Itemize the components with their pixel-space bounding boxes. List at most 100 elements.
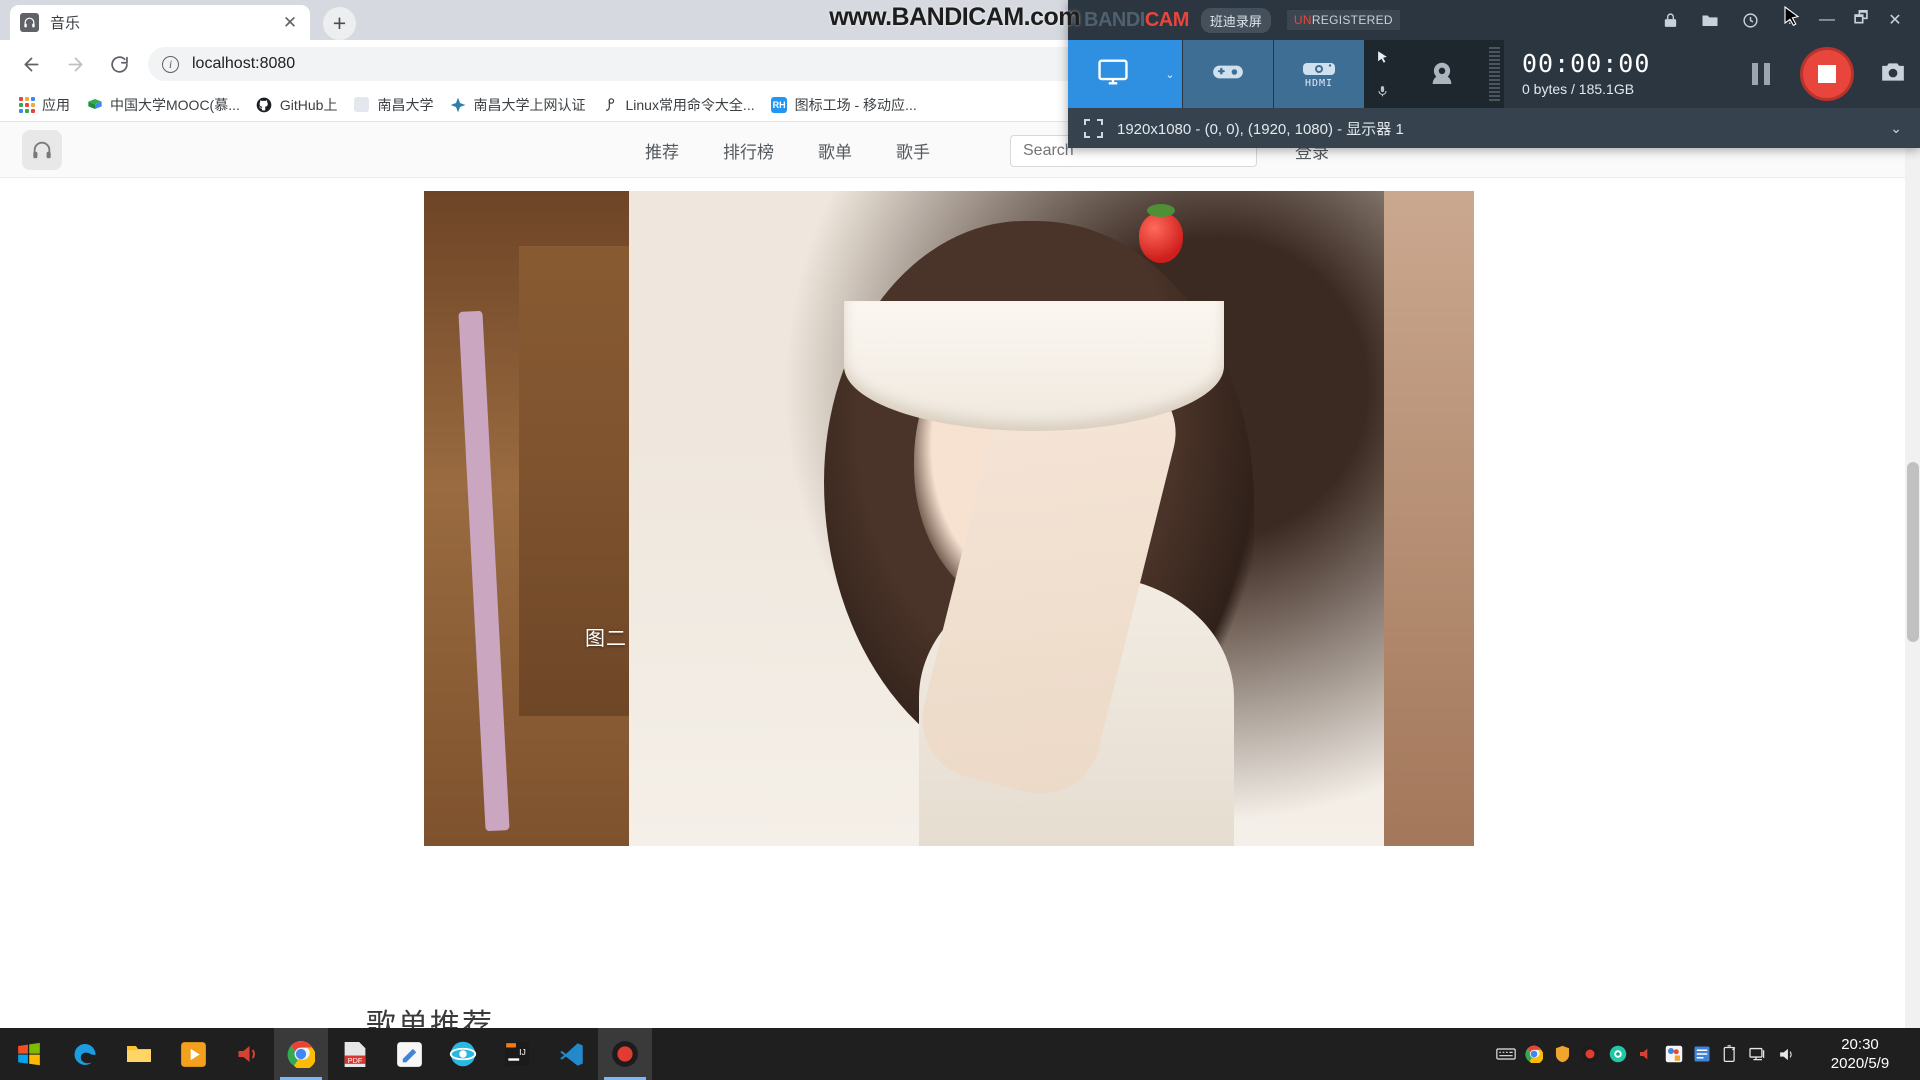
clock-date: 2020/5/9: [1830, 1055, 1890, 1072]
windows-taskbar: PDF IJ 20:30 2020/5/9: [0, 1028, 1920, 1080]
game-record-mode-button[interactable]: [1183, 40, 1273, 108]
taskbar-item-browser[interactable]: [436, 1028, 490, 1080]
volume-tray-icon[interactable]: [1772, 1028, 1800, 1080]
battery-tray-icon[interactable]: [1716, 1028, 1744, 1080]
bookmark-ncu-auth[interactable]: 南昌大学上网认证: [441, 92, 593, 118]
nav-item-playlist[interactable]: 歌单: [818, 138, 852, 163]
screen-record-mode-button[interactable]: [1068, 40, 1158, 108]
audio-level-meter: [1484, 40, 1504, 108]
record-button[interactable]: [1788, 40, 1866, 108]
bookmark-apps[interactable]: 应用: [10, 92, 78, 118]
security-tray-icon[interactable]: [1660, 1028, 1688, 1080]
clock-time: 20:30: [1841, 1035, 1879, 1053]
reload-icon[interactable]: [102, 47, 136, 81]
bandicam-titlebar-icons: ? — 🗗 ✕: [1650, 0, 1912, 40]
bandicam-logo-part1: BANDI: [1084, 8, 1145, 31]
taskbar-item-media-player[interactable]: [166, 1028, 220, 1080]
windows-start-icon[interactable]: [0, 1028, 58, 1080]
site-info-icon[interactable]: i: [162, 55, 179, 73]
bandicam-target-bar[interactable]: 1920x1080 - (0, 0), (1920, 1080) - 显示器 1…: [1068, 108, 1920, 148]
bookmark-icon-factory[interactable]: RH 图标工场 - 移动应...: [763, 92, 925, 118]
url-text: localhost:8080: [192, 55, 296, 72]
chevron-down-icon[interactable]: ⌄: [1890, 120, 1902, 137]
nav-item-ranking[interactable]: 排行榜: [723, 138, 774, 163]
volume-red-icon[interactable]: [1632, 1028, 1660, 1080]
new-tab-button[interactable]: +: [323, 7, 356, 40]
banner-lace-curtain: [844, 301, 1224, 431]
screenshot-button[interactable]: [1866, 40, 1920, 108]
bookmark-label: 南昌大学上网认证: [473, 96, 586, 113]
keyboard-icon[interactable]: [1492, 1028, 1520, 1080]
bandicam-logo: BANDICAM: [1084, 9, 1189, 32]
github-icon: [256, 96, 273, 113]
site-logo[interactable]: [22, 130, 62, 170]
bookmark-label: 应用: [42, 96, 70, 113]
bookmark-label: GitHub上: [279, 96, 338, 113]
taskbar-item-speaker[interactable]: [220, 1028, 274, 1080]
bookmark-linux-cmd[interactable]: Linux常用命令大全...: [593, 92, 762, 118]
bandicam-watermark: www.BANDICAM.com: [829, 2, 1080, 31]
page-scrollbar[interactable]: ▲ ▼: [1905, 122, 1920, 1048]
close-icon[interactable]: ✕: [280, 13, 300, 33]
bookmark-label: Linux常用命令大全...: [625, 96, 755, 113]
note-tray-icon[interactable]: [1688, 1028, 1716, 1080]
taskbar-item-vscode[interactable]: [544, 1028, 598, 1080]
mooc-icon: [86, 96, 103, 113]
rh-icon: RH: [771, 96, 788, 113]
taskbar-item-edge[interactable]: [58, 1028, 112, 1080]
taskbar-item-pdf[interactable]: PDF: [328, 1028, 382, 1080]
taskbar-clock[interactable]: 20:30 2020/5/9: [1800, 1028, 1920, 1080]
bandicam-toolbar: ⌄ HDMI 00:00:00 0 bytes / 185.1GB: [1068, 40, 1920, 108]
device-record-mode-button[interactable]: HDMI: [1274, 40, 1364, 108]
apps-grid-icon: [18, 96, 35, 113]
headphones-icon: [20, 13, 39, 32]
banner-image[interactable]: [424, 191, 1474, 846]
bookmark-label: 南昌大学: [377, 96, 434, 113]
banner-strawberry: [1139, 204, 1183, 263]
forward-icon[interactable]: [58, 47, 92, 81]
mode-dropdown-caret-icon[interactable]: ⌄: [1158, 40, 1182, 108]
browser-tab[interactable]: 音乐 ✕: [10, 5, 310, 40]
bandicam-tray-icon[interactable]: [1576, 1028, 1604, 1080]
bookmark-ncu[interactable]: 南昌大学: [345, 92, 441, 118]
shield-tray-icon[interactable]: [1548, 1028, 1576, 1080]
bandicam-toggles: [1364, 40, 1400, 108]
script-icon: [601, 96, 618, 113]
bandicam-close-button[interactable]: ✕: [1878, 3, 1912, 37]
back-icon[interactable]: [14, 47, 48, 81]
unregistered-rest: REGISTERED: [1311, 13, 1393, 27]
chrome-browser-window: 音乐 ✕ + — ▭ ✕ i localhost:8080: [0, 0, 1920, 1048]
taskbar-item-bandicam[interactable]: [598, 1028, 652, 1080]
taskbar-item-chrome[interactable]: [274, 1028, 328, 1080]
scrollbar-thumb[interactable]: [1907, 462, 1919, 642]
chrome-tray-icon[interactable]: [1520, 1028, 1548, 1080]
unregistered-badge: UNREGISTERED: [1286, 10, 1400, 30]
folder-icon[interactable]: [1690, 3, 1730, 37]
network-tray-icon[interactable]: [1744, 1028, 1772, 1080]
eye-tray-icon[interactable]: [1604, 1028, 1632, 1080]
banner-subject: [629, 191, 1384, 846]
pause-button[interactable]: [1734, 40, 1788, 108]
bookmark-github[interactable]: GitHub上: [248, 92, 346, 118]
banner-caption: 图二: [585, 628, 627, 650]
bookmark-label: 中国大学MOOC(慕...: [110, 96, 240, 113]
nav-item-recommend[interactable]: 推荐: [645, 138, 679, 163]
webcam-icon[interactable]: [1400, 40, 1484, 108]
bandicam-chip: 班迪录屏: [1200, 7, 1271, 33]
bookmark-mooc[interactable]: 中国大学MOOC(慕...: [78, 92, 248, 118]
nav-item-artist[interactable]: 歌手: [896, 138, 930, 163]
cursor-icon[interactable]: [1364, 40, 1400, 74]
taskbar-item-intellij[interactable]: IJ: [490, 1028, 544, 1080]
taskbar-item-editor[interactable]: [382, 1028, 436, 1080]
bookmark-label: 图标工场 - 移动应...: [794, 96, 917, 113]
banner-right-edge: [1384, 191, 1474, 846]
bandicam-minimize-button[interactable]: —: [1810, 3, 1844, 37]
site-navigation: 推荐 排行榜 歌单 歌手: [645, 122, 930, 178]
microphone-icon[interactable]: [1364, 74, 1400, 108]
lock-icon[interactable]: [1650, 3, 1690, 37]
recording-timer: 00:00:00: [1522, 49, 1651, 79]
taskbar-item-file-explorer[interactable]: [112, 1028, 166, 1080]
history-icon[interactable]: [1730, 3, 1770, 37]
recording-size: 0 bytes / 185.1GB: [1522, 80, 1635, 97]
bandicam-restore-button[interactable]: 🗗: [1844, 3, 1878, 37]
